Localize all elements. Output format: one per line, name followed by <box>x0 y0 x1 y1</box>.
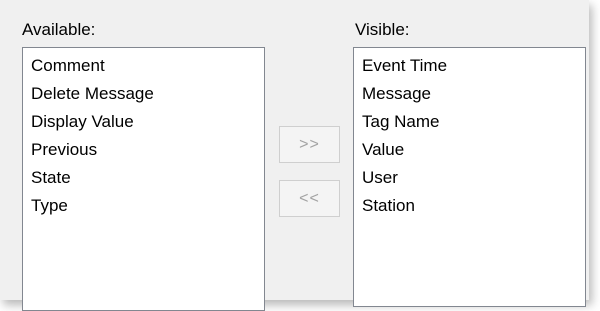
visible-item-message[interactable]: Message <box>354 80 585 108</box>
available-item-state[interactable]: State <box>23 164 264 192</box>
column-chooser-panel: Available: Comment Delete Message Displa… <box>0 0 589 311</box>
visible-item-user[interactable]: User <box>354 164 585 192</box>
available-items: Comment Delete Message Display Value Pre… <box>23 48 264 220</box>
visible-item-value[interactable]: Value <box>354 136 585 164</box>
visible-listbox[interactable]: Event Time Message Tag Name Value User S… <box>353 47 586 307</box>
available-item-display-value[interactable]: Display Value <box>23 108 264 136</box>
visible-item-event-time[interactable]: Event Time <box>354 52 585 80</box>
add-to-visible-button[interactable]: >> <box>279 126 340 163</box>
visible-label: Visible: <box>355 20 410 39</box>
available-item-comment[interactable]: Comment <box>23 52 264 80</box>
visible-item-tag-name[interactable]: Tag Name <box>354 108 585 136</box>
visible-items: Event Time Message Tag Name Value User S… <box>354 48 585 220</box>
available-listbox[interactable]: Comment Delete Message Display Value Pre… <box>22 47 265 311</box>
available-item-delete-message[interactable]: Delete Message <box>23 80 264 108</box>
available-item-type[interactable]: Type <box>23 192 264 220</box>
remove-from-visible-button[interactable]: << <box>279 180 340 217</box>
available-label: Available: <box>22 20 96 39</box>
visible-item-station[interactable]: Station <box>354 192 585 220</box>
available-item-previous[interactable]: Previous <box>23 136 264 164</box>
